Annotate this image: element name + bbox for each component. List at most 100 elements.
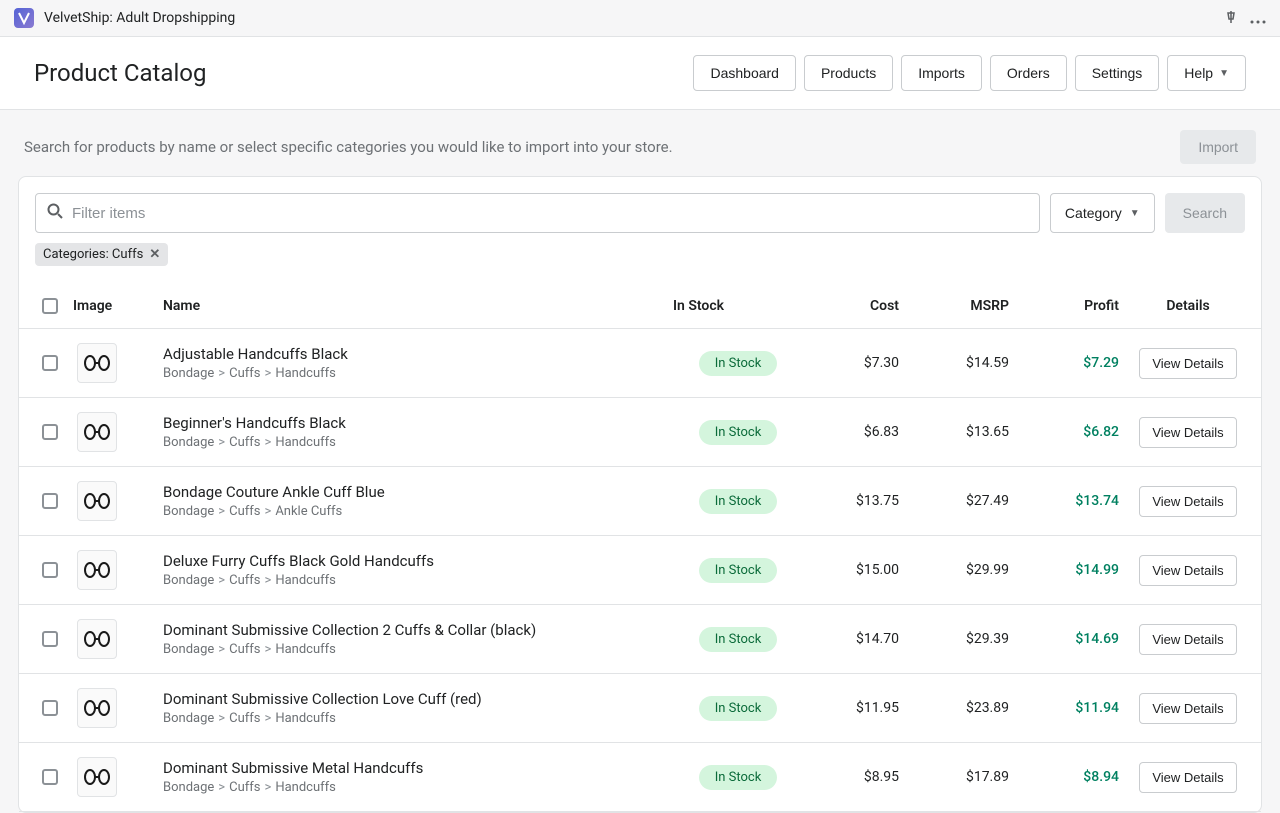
stock-badge: In Stock bbox=[699, 489, 778, 514]
msrp-value: $17.89 bbox=[913, 769, 1023, 785]
row-checkbox[interactable] bbox=[42, 424, 58, 440]
product-thumbnail bbox=[77, 412, 117, 452]
th-image: Image bbox=[73, 298, 163, 314]
product-breadcrumb: Bondage>Cuffs>Handcuffs bbox=[163, 573, 673, 588]
subbar-text: Search for products by name or select sp… bbox=[24, 138, 673, 156]
subbar: Search for products by name or select sp… bbox=[0, 110, 1280, 176]
view-details-button[interactable]: View Details bbox=[1139, 693, 1236, 724]
table-header: Image Name In Stock Cost MSRP Profit Det… bbox=[19, 278, 1261, 329]
profit-value: $8.94 bbox=[1023, 769, 1133, 785]
header: Product Catalog Dashboard Products Impor… bbox=[0, 37, 1280, 110]
product-thumbnail bbox=[77, 481, 117, 521]
more-icon[interactable] bbox=[1250, 9, 1266, 28]
th-msrp: MSRP bbox=[913, 298, 1023, 314]
view-details-button[interactable]: View Details bbox=[1139, 486, 1236, 517]
page-title: Product Catalog bbox=[34, 59, 206, 87]
th-details: Details bbox=[1133, 298, 1253, 314]
table-row: Adjustable Handcuffs Black Bondage>Cuffs… bbox=[19, 329, 1261, 398]
filter-chip-categories: Categories: Cuffs ✕ bbox=[35, 243, 168, 266]
product-breadcrumb: Bondage>Cuffs>Handcuffs bbox=[163, 642, 673, 657]
product-name: Bondage Couture Ankle Cuff Blue bbox=[163, 483, 673, 501]
nav-products[interactable]: Products bbox=[804, 55, 893, 91]
product-thumbnail bbox=[77, 757, 117, 797]
category-button[interactable]: Category ▼ bbox=[1050, 193, 1155, 233]
product-breadcrumb: Bondage>Cuffs>Handcuffs bbox=[163, 435, 673, 450]
search-icon bbox=[46, 202, 64, 225]
th-stock: In Stock bbox=[673, 298, 803, 314]
cost-value: $15.00 bbox=[803, 562, 913, 578]
pin-icon[interactable] bbox=[1224, 9, 1238, 28]
msrp-value: $13.65 bbox=[913, 424, 1023, 440]
product-thumbnail bbox=[77, 619, 117, 659]
cost-value: $11.95 bbox=[803, 700, 913, 716]
msrp-value: $27.49 bbox=[913, 493, 1023, 509]
view-details-button[interactable]: View Details bbox=[1139, 348, 1236, 379]
product-thumbnail bbox=[77, 343, 117, 383]
stock-badge: In Stock bbox=[699, 420, 778, 445]
row-checkbox[interactable] bbox=[42, 631, 58, 647]
search-wrap[interactable] bbox=[35, 193, 1040, 233]
product-name: Dominant Submissive Collection 2 Cuffs &… bbox=[163, 621, 673, 639]
msrp-value: $14.59 bbox=[913, 355, 1023, 371]
product-name: Adjustable Handcuffs Black bbox=[163, 345, 673, 363]
msrp-value: $29.99 bbox=[913, 562, 1023, 578]
profit-value: $13.74 bbox=[1023, 493, 1133, 509]
cost-value: $6.83 bbox=[803, 424, 913, 440]
stock-badge: In Stock bbox=[699, 696, 778, 721]
stock-badge: In Stock bbox=[699, 558, 778, 583]
th-profit: Profit bbox=[1023, 298, 1133, 314]
view-details-button[interactable]: View Details bbox=[1139, 555, 1236, 586]
view-details-button[interactable]: View Details bbox=[1139, 417, 1236, 448]
search-button[interactable]: Search bbox=[1165, 193, 1245, 233]
profit-value: $14.69 bbox=[1023, 631, 1133, 647]
table-row: Deluxe Furry Cuffs Black Gold Handcuffs … bbox=[19, 536, 1261, 605]
row-checkbox[interactable] bbox=[42, 562, 58, 578]
nav-help[interactable]: Help ▼ bbox=[1167, 55, 1246, 91]
stock-badge: In Stock bbox=[699, 765, 778, 790]
chevron-down-icon: ▼ bbox=[1130, 208, 1140, 219]
product-name: Dominant Submissive Metal Handcuffs bbox=[163, 759, 673, 777]
product-thumbnail bbox=[77, 688, 117, 728]
product-breadcrumb: Bondage>Cuffs>Handcuffs bbox=[163, 711, 673, 726]
table-row: Dominant Submissive Collection 2 Cuffs &… bbox=[19, 605, 1261, 674]
table-row: Beginner's Handcuffs Black Bondage>Cuffs… bbox=[19, 398, 1261, 467]
profit-value: $6.82 bbox=[1023, 424, 1133, 440]
product-breadcrumb: Bondage>Cuffs>Handcuffs bbox=[163, 366, 673, 381]
select-all-checkbox[interactable] bbox=[42, 298, 58, 314]
view-details-button[interactable]: View Details bbox=[1139, 762, 1236, 793]
nav-orders[interactable]: Orders bbox=[990, 55, 1067, 91]
product-thumbnail bbox=[77, 550, 117, 590]
th-cost: Cost bbox=[803, 298, 913, 314]
cost-value: $7.30 bbox=[803, 355, 913, 371]
product-name: Dominant Submissive Collection Love Cuff… bbox=[163, 690, 673, 708]
table-body: Adjustable Handcuffs Black Bondage>Cuffs… bbox=[19, 329, 1261, 812]
nav-dashboard[interactable]: Dashboard bbox=[693, 55, 796, 91]
nav-help-label: Help bbox=[1184, 65, 1213, 81]
stock-badge: In Stock bbox=[699, 627, 778, 652]
row-checkbox[interactable] bbox=[42, 355, 58, 371]
category-button-label: Category bbox=[1065, 205, 1122, 221]
cost-value: $8.95 bbox=[803, 769, 913, 785]
product-breadcrumb: Bondage>Cuffs>Ankle Cuffs bbox=[163, 504, 673, 519]
nav-settings[interactable]: Settings bbox=[1075, 55, 1160, 91]
table-row: Bondage Couture Ankle Cuff Blue Bondage>… bbox=[19, 467, 1261, 536]
app-title: VelvetShip: Adult Dropshipping bbox=[44, 10, 235, 26]
row-checkbox[interactable] bbox=[42, 493, 58, 509]
import-button[interactable]: Import bbox=[1180, 130, 1256, 164]
product-card: Category ▼ Search Categories: Cuffs ✕ Im… bbox=[18, 176, 1262, 813]
close-icon[interactable]: ✕ bbox=[149, 247, 160, 262]
filter-chips: Categories: Cuffs ✕ bbox=[19, 243, 1261, 278]
nav-imports[interactable]: Imports bbox=[901, 55, 982, 91]
profit-value: $7.29 bbox=[1023, 355, 1133, 371]
chevron-down-icon: ▼ bbox=[1219, 68, 1229, 79]
filter-row: Category ▼ Search bbox=[19, 193, 1261, 243]
product-name: Beginner's Handcuffs Black bbox=[163, 414, 673, 432]
nav-buttons: Dashboard Products Imports Orders Settin… bbox=[693, 55, 1246, 91]
search-input[interactable] bbox=[72, 205, 1029, 222]
row-checkbox[interactable] bbox=[42, 700, 58, 716]
view-details-button[interactable]: View Details bbox=[1139, 624, 1236, 655]
msrp-value: $29.39 bbox=[913, 631, 1023, 647]
row-checkbox[interactable] bbox=[42, 769, 58, 785]
cost-value: $14.70 bbox=[803, 631, 913, 647]
profit-value: $11.94 bbox=[1023, 700, 1133, 716]
